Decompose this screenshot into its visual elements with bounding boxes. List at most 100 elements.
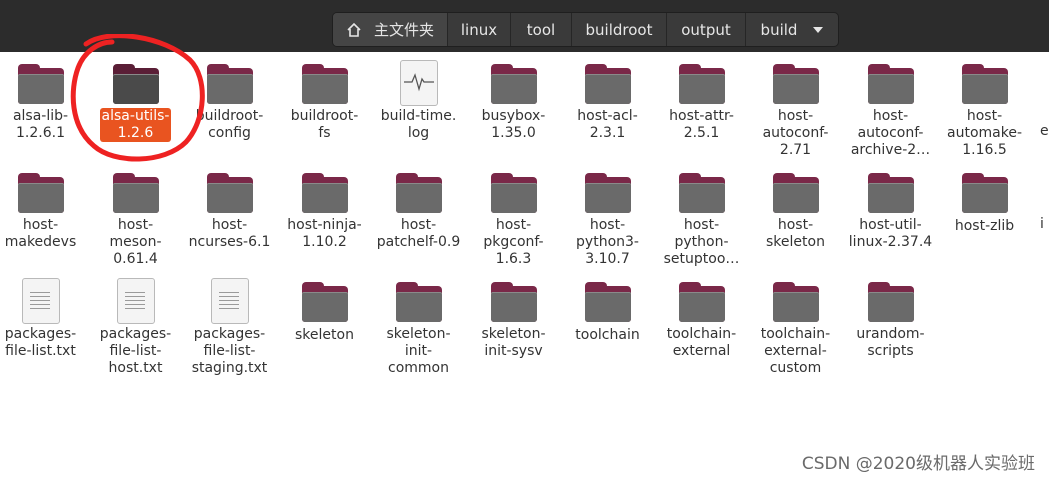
folder-icon — [771, 278, 821, 324]
item-label: host- autoconf- 2.71 — [762, 108, 829, 158]
text-file-icon — [111, 278, 161, 324]
breadcrumb-home[interactable]: 主文件夹 — [333, 13, 448, 46]
breadcrumb-tool[interactable]: tool — [511, 13, 572, 46]
file-item[interactable]: packages- file-list- staging.txt — [182, 278, 277, 377]
folder-item[interactable]: host- patchelf-0.9 — [371, 169, 466, 251]
folder-item[interactable]: host- python3- 3.10.7 — [560, 169, 655, 268]
folder-item[interactable]: toolchain- external- custom — [748, 278, 843, 377]
item-label: packages- file-list- host.txt — [99, 326, 172, 376]
folder-item[interactable]: skeleton- init- common — [371, 278, 466, 377]
folder-icon — [205, 60, 255, 106]
item-label: toolchain- external — [666, 326, 737, 359]
text-file-icon — [16, 278, 66, 324]
folder-item[interactable]: host- autoconf- archive-2… — [843, 60, 938, 159]
folder-icon — [771, 169, 821, 215]
breadcrumb-build[interactable]: build — [746, 13, 838, 46]
folder-item[interactable]: skeleton — [277, 278, 372, 344]
breadcrumb-buildroot[interactable]: buildroot — [572, 13, 667, 46]
folder-icon — [583, 278, 633, 324]
folder-item[interactable]: host-util- linux-2.37.4 — [843, 169, 938, 251]
item-label: toolchain — [575, 327, 640, 343]
folder-item[interactable]: host-acl- 2.3.1 — [560, 60, 655, 142]
folder-icon — [866, 169, 916, 215]
file-grid: alsa-lib- 1.2.6.1 alsa-utils- 1.2.6 buildr… — [0, 52, 1049, 484]
folder-item[interactable]: alsa-utils- 1.2.6 — [88, 60, 183, 142]
folder-item[interactable]: host- pkgconf- 1.6.3 — [466, 169, 561, 268]
folder-icon — [489, 169, 539, 215]
breadcrumb-linux[interactable]: linux — [448, 13, 511, 46]
item-label: host-ninja- 1.10.2 — [287, 217, 362, 250]
folder-icon — [960, 60, 1010, 106]
folder-item[interactable]: host- meson- 0.61.4 — [88, 169, 183, 268]
cutoff-label: i — [1040, 216, 1044, 232]
folder-icon — [583, 169, 633, 215]
folder-item[interactable]: alsa-lib- 1.2.6.1 — [0, 60, 88, 142]
item-label: busybox- 1.35.0 — [481, 108, 546, 141]
breadcrumb-build-label: build — [760, 20, 798, 39]
header-bar: 主文件夹 linux tool buildroot output build — [0, 0, 1049, 52]
item-label: host- makedevs — [4, 217, 77, 250]
item-label: skeleton — [295, 327, 354, 343]
item-label: host-acl- 2.3.1 — [577, 108, 638, 141]
folder-icon — [300, 278, 350, 324]
folder-item[interactable]: host- automake- 1.16.5 — [937, 60, 1032, 159]
folder-icon — [205, 169, 255, 215]
folder-icon — [677, 169, 727, 215]
folder-item[interactable]: buildroot- fs — [277, 60, 372, 142]
item-label: host- ncurses-6.1 — [188, 217, 271, 250]
folder-icon — [489, 278, 539, 324]
breadcrumb-home-label: 主文件夹 — [373, 21, 434, 39]
folder-icon — [771, 60, 821, 106]
folder-icon — [300, 60, 350, 106]
folder-item[interactable]: host- python- setuptoo… — [654, 169, 749, 268]
log-file-icon — [394, 60, 444, 106]
item-label: host- python3- 3.10.7 — [576, 217, 639, 267]
folder-item[interactable]: skeleton- init-sysv — [466, 278, 561, 360]
home-icon — [346, 22, 362, 38]
folder-item[interactable]: urandom- scripts — [843, 278, 938, 360]
folder-item[interactable]: host-zlib — [937, 169, 1032, 235]
folder-icon — [111, 169, 161, 215]
item-label: host- patchelf-0.9 — [376, 217, 461, 250]
folder-icon — [866, 278, 916, 324]
item-label: host- meson- 0.61.4 — [109, 217, 162, 267]
folder-icon — [394, 278, 444, 324]
folder-icon — [677, 278, 727, 324]
folder-icon — [111, 60, 161, 106]
chevron-down-icon[interactable] — [813, 26, 824, 33]
folder-item[interactable]: buildroot- config — [182, 60, 277, 142]
folder-icon — [394, 169, 444, 215]
folder-item[interactable]: host- skeleton — [748, 169, 843, 251]
file-item[interactable]: packages- file-list- host.txt — [88, 278, 183, 377]
item-label: alsa-utils- 1.2.6 — [99, 108, 172, 142]
folder-item[interactable]: host- makedevs — [0, 169, 88, 251]
item-label: packages- file-list.txt — [4, 326, 77, 359]
item-label: packages- file-list- staging.txt — [191, 326, 268, 376]
item-label: skeleton- init- common — [386, 326, 451, 376]
item-label: host-zlib — [954, 218, 1015, 234]
folder-item[interactable]: host-ninja- 1.10.2 — [277, 169, 372, 251]
item-label: alsa-lib- 1.2.6.1 — [12, 108, 69, 141]
folder-item[interactable]: busybox- 1.35.0 — [466, 60, 561, 142]
item-label: host- pkgconf- 1.6.3 — [483, 217, 544, 267]
cutoff-label: e — [1040, 123, 1049, 139]
item-label: host-util- linux-2.37.4 — [848, 217, 933, 250]
folder-icon — [583, 60, 633, 106]
folder-item[interactable]: toolchain — [560, 278, 655, 344]
folder-item[interactable]: host- autoconf- 2.71 — [748, 60, 843, 159]
item-label: host-attr- 2.5.1 — [669, 108, 734, 141]
folder-item[interactable]: host- ncurses-6.1 — [182, 169, 277, 251]
file-item[interactable]: build-time. log — [371, 60, 466, 142]
folder-icon — [866, 60, 916, 106]
folder-icon — [960, 169, 1010, 215]
folder-item[interactable]: toolchain- external — [654, 278, 749, 360]
folder-item[interactable]: host-attr- 2.5.1 — [654, 60, 749, 142]
text-file-icon — [205, 278, 255, 324]
item-label: buildroot- fs — [290, 108, 359, 141]
file-item[interactable]: packages- file-list.txt — [0, 278, 88, 360]
folder-icon — [489, 60, 539, 106]
watermark: CSDN @2020级机器人实验班 — [801, 454, 1035, 474]
breadcrumb: 主文件夹 linux tool buildroot output build — [332, 12, 839, 47]
item-label: urandom- scripts — [856, 326, 925, 359]
breadcrumb-output[interactable]: output — [667, 13, 746, 46]
